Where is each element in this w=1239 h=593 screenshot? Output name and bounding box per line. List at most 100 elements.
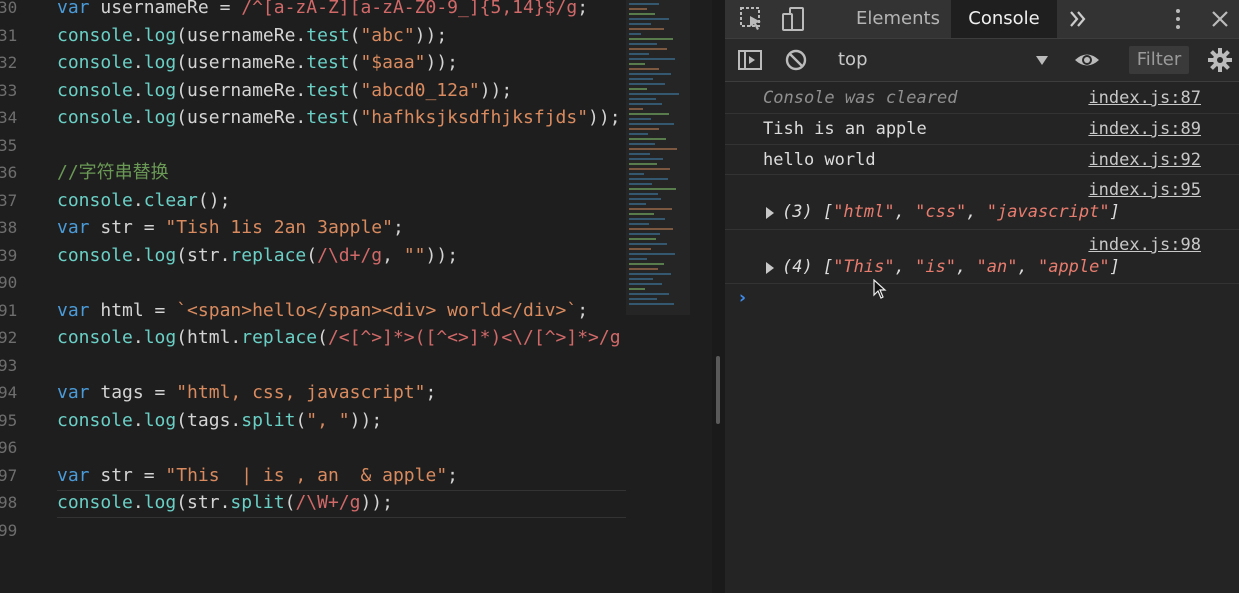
minimap-line: [629, 268, 658, 270]
console-prompt[interactable]: ›: [739, 288, 746, 308]
minimap-line: [629, 193, 658, 195]
code-token: .: [132, 327, 144, 348]
code-text: console.log(usernameRe.test("abcd0_12a")…: [57, 77, 512, 104]
code-token: .: [132, 24, 144, 46]
line-number: 39: [0, 245, 18, 265]
code-token: str =: [100, 217, 166, 238]
line-number: 31: [0, 25, 18, 45]
code-text: console.log(str.replace(/\d+/g, ""));: [57, 242, 458, 269]
code-line: 97 var str = "This | is , an & apple";: [0, 462, 626, 489]
code-token: log: [143, 52, 177, 73]
minimap-line: [629, 83, 665, 85]
minimap-line: [629, 278, 653, 280]
code-token: console: [57, 244, 133, 266]
code-token: test: [306, 24, 350, 46]
code-line: 37 console.clear();: [0, 187, 626, 214]
expand-arrow-icon[interactable]: [766, 262, 774, 274]
array-punct: ]: [1109, 202, 1120, 222]
more-tabs-icon[interactable]: [1067, 8, 1093, 34]
line-number: 34: [0, 108, 18, 127]
minimap-line: [629, 168, 670, 170]
minimap-line: [629, 233, 660, 235]
code-editor[interactable]: 30 var usernameRe = /^[a-zA-Z][a-zA-Z0-9_…: [0, 0, 626, 593]
code-token: ,: [382, 244, 404, 266]
array-punct: ,: [956, 257, 977, 277]
code-text: console.log(usernameRe.test("hafhksjksdf…: [57, 104, 621, 131]
minimap-line: [629, 133, 648, 135]
code-token: (: [349, 79, 361, 101]
code-token: /\W+/g: [295, 492, 361, 513]
device-toggle-icon[interactable]: [781, 6, 807, 32]
minimap-line: [629, 38, 673, 40]
clear-console-icon[interactable]: [783, 47, 809, 73]
code-line: 95 console.log(tags.split(", "));: [0, 407, 626, 434]
log-text: hello world: [763, 150, 876, 170]
editor-gutter: [690, 0, 712, 593]
minimap-line: [629, 263, 664, 265]
tab-elements[interactable]: Elements: [836, 0, 960, 38]
code-text: console.log(usernameRe.test("abc"));: [57, 22, 447, 49]
code-token: console: [57, 492, 133, 513]
source-link[interactable]: index.js:87: [1088, 88, 1201, 108]
source-link[interactable]: index.js:98: [1088, 235, 1201, 255]
line-number: 92: [0, 328, 18, 347]
code-token: split: [230, 492, 285, 513]
code-token: "abcd0_12a": [360, 79, 480, 101]
source-link[interactable]: index.js:92: [1088, 150, 1201, 170]
code-token: var: [57, 299, 101, 321]
minimap-line: [629, 218, 665, 220]
code-token: usernameRe =: [100, 0, 242, 18]
minimap-line: [629, 198, 661, 200]
code-token: "html, css, javascript": [176, 382, 426, 403]
inspect-element-icon[interactable]: [739, 6, 765, 32]
expand-arrow-icon[interactable]: [766, 207, 774, 219]
code-token: .: [132, 52, 144, 73]
code-token: ));: [425, 244, 459, 266]
code-line: 92 console.log(html.replace(/<[^>]*>([^<>…: [0, 324, 626, 351]
console-message: index.js:95 (3) ["html", "css", "javascr…: [725, 175, 1239, 230]
array-count: (3) [: [782, 202, 834, 222]
code-token: ;: [447, 464, 458, 486]
gear-icon[interactable]: [1207, 47, 1233, 73]
line-number: 36: [0, 163, 18, 182]
minimap-line: [629, 283, 662, 285]
code-text: //字符串替换: [57, 159, 169, 186]
tab-console[interactable]: Console: [951, 0, 1057, 38]
editor-scrollbar[interactable]: [716, 356, 720, 424]
code-token: .: [132, 409, 144, 431]
minimap-line: [629, 78, 653, 80]
code-token: ();: [197, 189, 231, 211]
minimap-line: [629, 163, 657, 165]
code-token: (: [349, 107, 361, 128]
close-icon[interactable]: [1207, 6, 1233, 32]
minimap[interactable]: [626, 0, 690, 315]
minimap-line: [629, 63, 645, 65]
minimap-line: [629, 288, 645, 290]
line-number: 99: [0, 520, 18, 540]
code-text: var str = "This | is , an & apple";: [57, 462, 458, 489]
filter-input[interactable]: Filter: [1129, 46, 1189, 74]
context-selector[interactable]: top: [838, 47, 1048, 73]
code-line: 33 console.log(usernameRe.test("abcd0_12a…: [0, 77, 626, 104]
code-line: 94 var tags = "html, css, javascript";: [0, 379, 626, 406]
console-message: Console was cleared index.js:87: [725, 82, 1239, 114]
code-token: var: [57, 382, 101, 403]
pane-splitter[interactable]: [712, 0, 725, 593]
minimap-line: [629, 3, 659, 5]
code-token: (usernameRe.: [176, 24, 307, 46]
source-link[interactable]: index.js:89: [1088, 119, 1201, 139]
eye-icon[interactable]: [1073, 47, 1099, 73]
code-token: log: [143, 327, 177, 348]
sidebar-toggle-icon[interactable]: [737, 47, 763, 73]
code-token: "Tish 1is 2an 3apple": [165, 217, 393, 238]
kebab-menu-icon[interactable]: [1165, 6, 1191, 32]
source-link[interactable]: index.js:95: [1088, 180, 1201, 200]
array-preview[interactable]: (4) ["This", "is", "an", "apple"]: [782, 257, 1120, 277]
array-preview[interactable]: (3) ["html", "css", "javascript"]: [782, 202, 1120, 222]
code-line: 34 console.log(usernameRe.test("hafhksjks…: [0, 104, 626, 131]
code-token: replace: [241, 327, 318, 348]
context-value: top: [838, 49, 868, 70]
minimap-line: [629, 93, 679, 95]
minimap-line: [629, 8, 647, 10]
code-token: ;: [577, 299, 589, 321]
